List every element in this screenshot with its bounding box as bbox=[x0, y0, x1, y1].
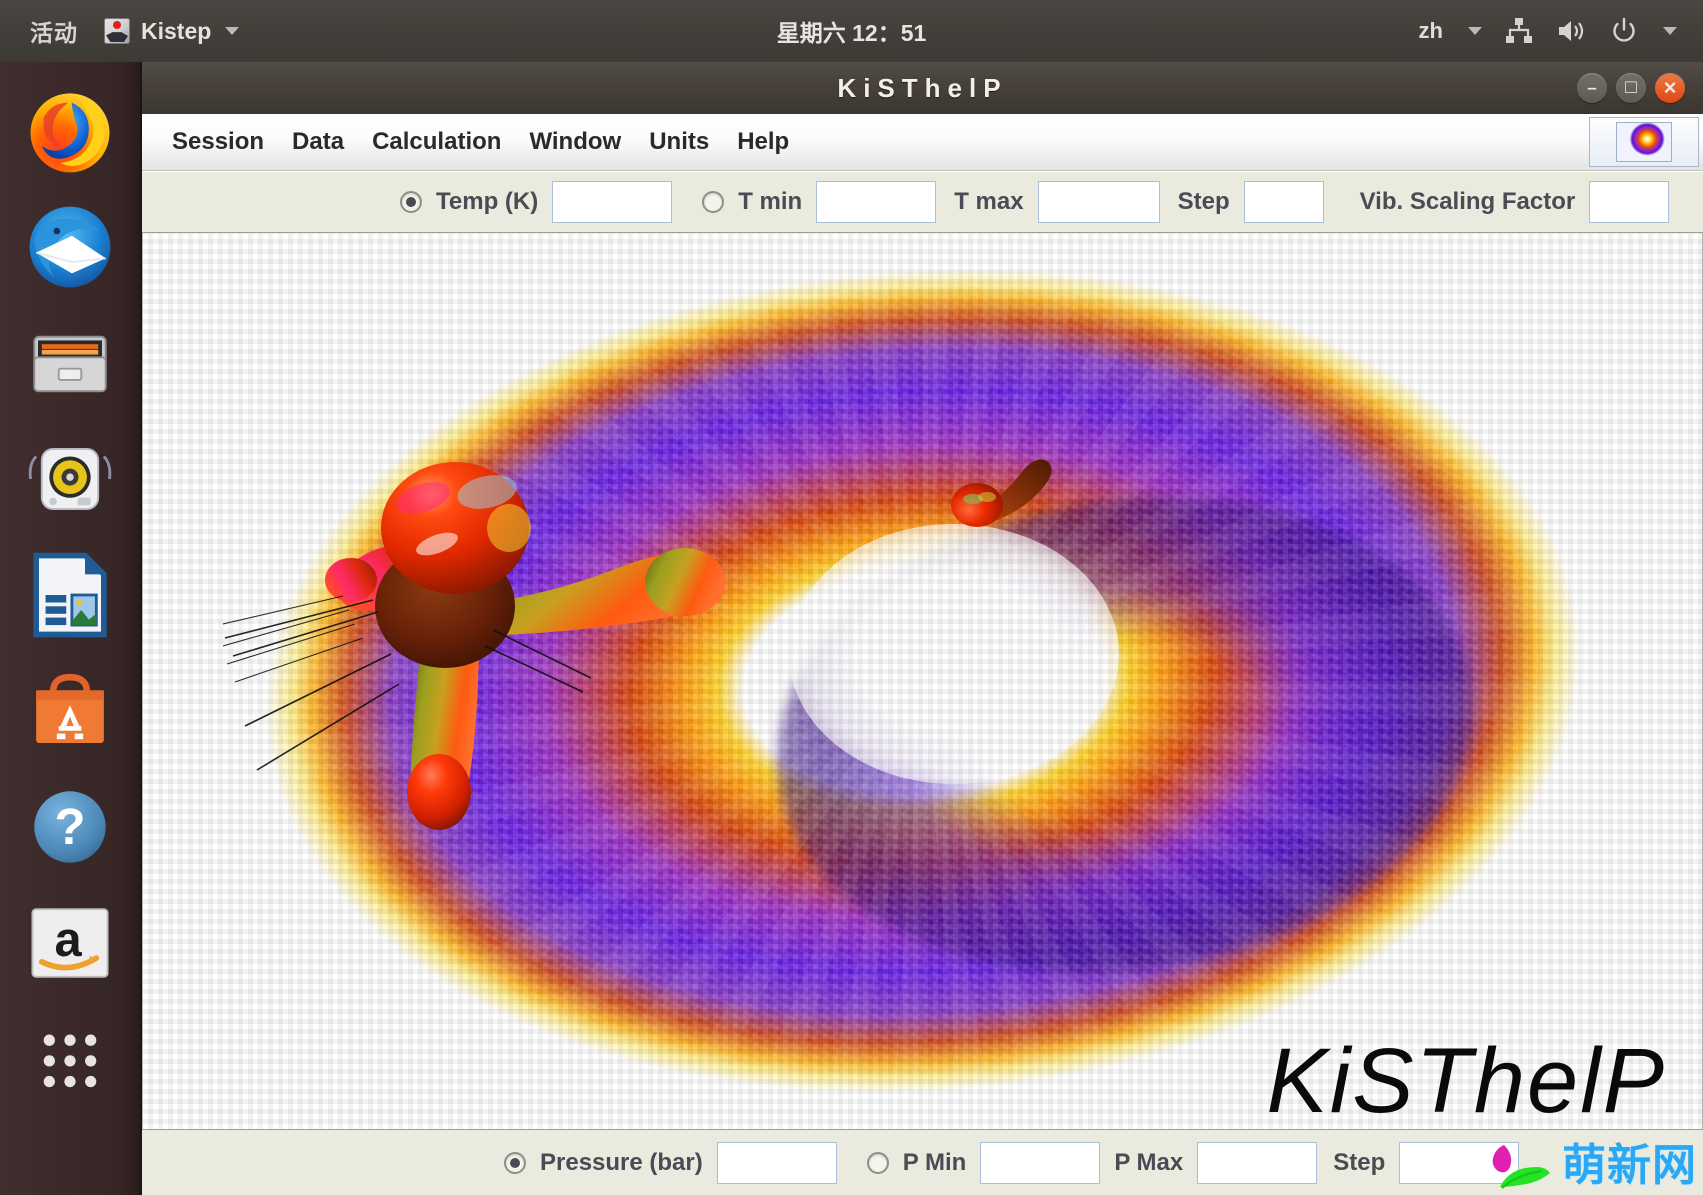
watermark: 萌新网 bbox=[1490, 1141, 1697, 1191]
pressure-input[interactable] bbox=[716, 1141, 837, 1184]
pressure-parameter-bar: Pressure (bar) P Min P Max Step 萌新网 bbox=[142, 1129, 1703, 1195]
desktop: 活动 Kistep 星期六 12：51 zh ? a KiSThelP – □ … bbox=[0, 0, 1703, 1195]
gnome-top-bar: 活动 Kistep 星期六 12：51 zh bbox=[0, 0, 1703, 62]
menu-help[interactable]: Help bbox=[723, 122, 803, 162]
temp-label: Temp (K) bbox=[436, 188, 539, 215]
dock-item-libreoffice-impress[interactable] bbox=[23, 548, 117, 642]
menu-bar: Session Data Calculation Window Units He… bbox=[142, 114, 1703, 171]
dock-item-thunderbird[interactable] bbox=[23, 200, 117, 294]
language-indicator[interactable]: zh bbox=[1419, 18, 1443, 44]
menu-session[interactable]: Session bbox=[158, 122, 278, 162]
dock-item-amazon[interactable]: a bbox=[23, 896, 117, 990]
svg-text:?: ? bbox=[54, 798, 85, 855]
tmax-input[interactable] bbox=[1037, 181, 1160, 223]
grid-icon bbox=[43, 1034, 97, 1088]
watermark-text: 萌新网 bbox=[1562, 1141, 1697, 1190]
dock-item-help[interactable]: ? bbox=[23, 780, 117, 874]
temp-input[interactable] bbox=[552, 181, 673, 223]
launcher-dock: ? a bbox=[0, 62, 140, 1195]
app-menu-label: Kistep bbox=[141, 17, 212, 44]
rhythmbox-icon bbox=[28, 447, 112, 511]
kisthelp-window: KiSThelP Session Data Calculation Window… bbox=[140, 62, 1703, 1195]
splash-thumbnail-icon bbox=[1616, 122, 1672, 162]
splash-thumbnail-button[interactable] bbox=[1589, 117, 1699, 167]
svg-text:a: a bbox=[55, 913, 83, 967]
system-menu-chevron-down-icon[interactable] bbox=[1663, 27, 1677, 35]
pressure-single-radio[interactable] bbox=[504, 1151, 526, 1174]
temp-range-radio[interactable] bbox=[702, 191, 725, 213]
molecule-graphic-small bbox=[943, 443, 1063, 533]
tmin-label: T min bbox=[738, 188, 803, 215]
chevron-down-icon bbox=[225, 27, 240, 35]
dock-item-files[interactable] bbox=[23, 316, 117, 410]
splash-center-hole bbox=[788, 524, 1119, 785]
menu-units[interactable]: Units bbox=[635, 122, 723, 162]
menu-data[interactable]: Data bbox=[278, 122, 358, 162]
activities-button[interactable]: 活动 bbox=[30, 14, 78, 48]
kistep-app-icon bbox=[104, 18, 130, 44]
vib-scaling-input[interactable] bbox=[1589, 181, 1670, 223]
pressure-range-radio[interactable] bbox=[866, 1151, 889, 1174]
temp-step-label: Step bbox=[1177, 188, 1230, 215]
ubuntu-software-icon bbox=[36, 673, 104, 743]
molecular-orbital-splash-image bbox=[143, 233, 1702, 1129]
dock-item-rhythmbox[interactable] bbox=[23, 432, 117, 526]
thunderbird-icon bbox=[29, 206, 111, 288]
pressure-step-input[interactable] bbox=[1399, 1141, 1520, 1184]
tmax-label: T max bbox=[954, 188, 1024, 215]
volume-icon[interactable] bbox=[1556, 17, 1588, 45]
files-icon bbox=[33, 335, 107, 393]
network-icon[interactable] bbox=[1504, 17, 1534, 45]
dock-item-firefox[interactable] bbox=[23, 84, 117, 178]
menu-calculation[interactable]: Calculation bbox=[358, 122, 515, 162]
tmin-input[interactable] bbox=[816, 181, 937, 223]
molecule-graphic-large bbox=[223, 448, 823, 838]
language-chevron-down-icon[interactable] bbox=[1468, 27, 1482, 35]
temperature-parameter-bar: Temp (K) T min T max Step Vib. Scaling F… bbox=[142, 171, 1703, 233]
menu-window[interactable]: Window bbox=[515, 122, 635, 162]
window-title-bar[interactable]: KiSThelP bbox=[142, 62, 1703, 114]
pmax-label: P Max bbox=[1114, 1148, 1184, 1176]
amazon-icon: a bbox=[31, 908, 109, 978]
dock-item-show-applications[interactable] bbox=[23, 1012, 117, 1106]
firefox-icon bbox=[30, 93, 110, 173]
temp-step-input[interactable] bbox=[1243, 181, 1324, 223]
vib-scaling-label: Vib. Scaling Factor bbox=[1359, 188, 1576, 215]
pmin-input[interactable] bbox=[980, 1141, 1101, 1184]
app-menu-button[interactable]: Kistep bbox=[104, 17, 240, 45]
libreoffice-impress-icon bbox=[33, 552, 107, 638]
pmax-input[interactable] bbox=[1197, 1141, 1318, 1184]
pressure-step-label: Step bbox=[1333, 1148, 1386, 1176]
maximize-button[interactable] bbox=[1616, 73, 1646, 103]
pmin-label: P Min bbox=[902, 1148, 967, 1176]
window-title: KiSThelP bbox=[837, 72, 1008, 103]
help-icon: ? bbox=[34, 791, 106, 863]
pressure-label: Pressure (bar) bbox=[540, 1148, 703, 1176]
close-button[interactable] bbox=[1655, 73, 1685, 103]
temp-single-radio[interactable] bbox=[400, 191, 422, 213]
splash-canvas[interactable]: KiSThelP bbox=[142, 233, 1703, 1129]
splash-logo-text: KiSThelP bbox=[1266, 1030, 1666, 1129]
dock-item-ubuntu-software[interactable] bbox=[23, 664, 117, 758]
minimize-button[interactable] bbox=[1577, 73, 1607, 103]
power-icon[interactable] bbox=[1610, 17, 1638, 45]
